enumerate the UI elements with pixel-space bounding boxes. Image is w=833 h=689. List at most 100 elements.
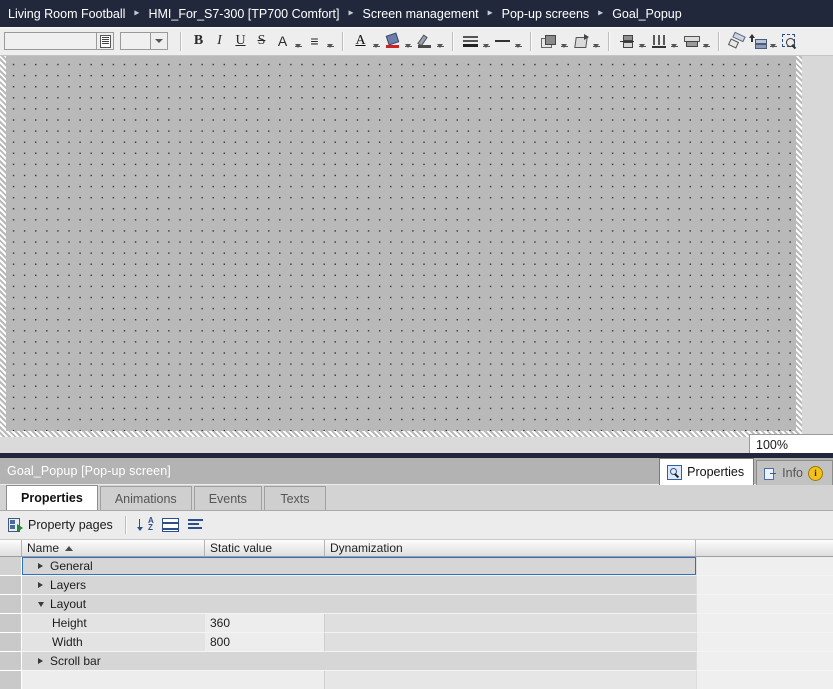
underline-button[interactable]: U <box>231 31 250 52</box>
column-header-name[interactable]: Name <box>22 540 205 556</box>
tab-properties[interactable]: Properties <box>659 458 755 485</box>
row-gutter[interactable] <box>0 557 22 576</box>
categorized-view-icon <box>162 518 180 532</box>
row-name-cell[interactable]: Layout <box>22 595 205 614</box>
fill-color-icon[interactable] <box>383 31 402 52</box>
font-size-combo[interactable] <box>120 32 168 50</box>
line-weight-dropdown[interactable] <box>513 31 522 52</box>
row-static-value-cell[interactable] <box>205 652 325 671</box>
property-pages-label[interactable]: Property pages <box>28 518 113 532</box>
row-name-cell[interactable]: Height <box>22 614 205 633</box>
zoom-level-input[interactable]: 100% <box>749 434 833 455</box>
font-size-dropdown-button[interactable] <box>150 33 167 49</box>
table-row[interactable]: Width 800 <box>0 633 833 652</box>
row-name-cell[interactable]: Width <box>22 633 205 652</box>
breadcrumb-item-device[interactable]: HMI_For_S7-300 [TP700 Comfort] <box>148 7 339 21</box>
table-row[interactable]: General <box>0 557 833 576</box>
tab-info[interactable]: Info i <box>756 460 833 485</box>
row-static-value-cell[interactable] <box>205 557 325 576</box>
row-static-value-cell[interactable]: 800 <box>205 633 325 652</box>
row-gutter[interactable] <box>0 652 22 671</box>
property-pages-icon[interactable] <box>8 518 23 532</box>
font-name-combo[interactable] <box>4 32 114 50</box>
row-gutter[interactable] <box>0 576 22 595</box>
fill-color-dropdown[interactable] <box>403 31 412 52</box>
row-dynamization-cell[interactable] <box>325 614 696 633</box>
font-size-input[interactable] <box>121 33 150 49</box>
line-color-icon[interactable] <box>415 31 434 52</box>
categorized-view-button[interactable] <box>161 515 181 535</box>
arrange-icon[interactable] <box>748 31 767 52</box>
order-front-dropdown[interactable] <box>559 31 568 52</box>
row-gutter[interactable] <box>0 633 22 652</box>
table-row[interactable]: Scroll bar <box>0 652 833 671</box>
align-vertical-icon[interactable] <box>617 31 636 52</box>
row-name-cell[interactable] <box>22 671 205 689</box>
row-name-cell[interactable]: Scroll bar <box>22 652 205 671</box>
border-style-icon[interactable] <box>461 31 480 52</box>
distribute-horizontal-icon[interactable] <box>649 31 668 52</box>
rotate-icon[interactable] <box>571 31 590 52</box>
list-view-button[interactable] <box>186 515 206 535</box>
subtab-texts[interactable]: Texts <box>263 486 326 510</box>
breadcrumb-item-project[interactable]: Living Room Football <box>8 7 125 21</box>
row-gutter[interactable] <box>0 595 22 614</box>
column-header-static-value[interactable]: Static value <box>205 540 325 556</box>
chevron-right-icon[interactable] <box>35 656 46 667</box>
rotate-dropdown[interactable] <box>591 31 600 52</box>
row-name-cell[interactable]: General <box>22 557 205 576</box>
table-row[interactable] <box>0 671 833 689</box>
chevron-down-icon[interactable] <box>35 599 46 610</box>
border-style-dropdown[interactable] <box>481 31 490 52</box>
row-static-value-cell[interactable] <box>205 576 325 595</box>
align-vertical-dropdown[interactable] <box>637 31 646 52</box>
line-color-dropdown[interactable] <box>435 31 444 52</box>
format-painter-icon[interactable] <box>727 31 746 52</box>
row-static-value-cell[interactable] <box>205 595 325 614</box>
arrange-dropdown[interactable] <box>768 31 777 52</box>
size-equal-dropdown[interactable] <box>701 31 710 52</box>
subtab-animations[interactable]: Animations <box>99 486 192 510</box>
chevron-right-icon[interactable] <box>35 580 46 591</box>
size-equal-icon[interactable] <box>681 31 700 52</box>
breadcrumb-item-goal-popup[interactable]: Goal_Popup <box>612 7 682 21</box>
row-gutter[interactable] <box>0 614 22 633</box>
zoom-select-icon[interactable] <box>780 31 799 52</box>
row-static-value-cell[interactable] <box>205 671 325 689</box>
table-row[interactable]: Layout <box>0 595 833 614</box>
font-name-input[interactable] <box>5 33 96 49</box>
subtab-properties[interactable]: Properties <box>6 485 98 510</box>
bold-button[interactable]: B <box>189 31 208 52</box>
sort-alphabetical-button[interactable]: AZ <box>136 515 156 535</box>
row-dynamization-cell[interactable] <box>325 671 696 689</box>
breadcrumb-item-popup-screens[interactable]: Pop-up screens <box>502 7 590 21</box>
row-name-cell[interactable]: Layers <box>22 576 205 595</box>
text-align-dropdown[interactable] <box>325 31 334 52</box>
screen-canvas-area[interactable] <box>0 56 833 437</box>
screen-design-surface[interactable] <box>6 56 796 431</box>
order-front-icon[interactable] <box>539 31 558 52</box>
column-header-dynamization[interactable]: Dynamization <box>325 540 696 556</box>
font-size-grow-dropdown[interactable] <box>293 31 302 52</box>
font-color-icon[interactable]: A <box>351 31 370 52</box>
chevron-right-icon[interactable] <box>35 561 46 572</box>
text-align-icon[interactable]: ≡ <box>305 31 324 52</box>
row-static-value-cell[interactable]: 360 <box>205 614 325 633</box>
row-dynamization-cell[interactable] <box>325 633 696 652</box>
subtab-events[interactable]: Events <box>193 486 262 510</box>
table-row[interactable]: Layers <box>0 576 833 595</box>
line-weight-icon[interactable] <box>493 31 512 52</box>
distribute-horizontal-dropdown[interactable] <box>669 31 678 52</box>
row-dynamization-cell[interactable] <box>325 595 696 614</box>
table-row[interactable]: Height 360 <box>0 614 833 633</box>
breadcrumb-item-screen-management[interactable]: Screen management <box>363 7 479 21</box>
font-color-dropdown[interactable] <box>371 31 380 52</box>
italic-button[interactable]: I <box>210 31 229 52</box>
strikethrough-button[interactable]: S <box>252 31 271 52</box>
row-dynamization-cell[interactable] <box>325 576 696 595</box>
row-dynamization-cell[interactable] <box>325 652 696 671</box>
row-gutter[interactable] <box>0 671 22 689</box>
font-size-grow-icon[interactable]: A <box>273 31 292 52</box>
font-name-dropdown-button[interactable] <box>96 33 113 49</box>
row-dynamization-cell[interactable] <box>325 557 696 576</box>
